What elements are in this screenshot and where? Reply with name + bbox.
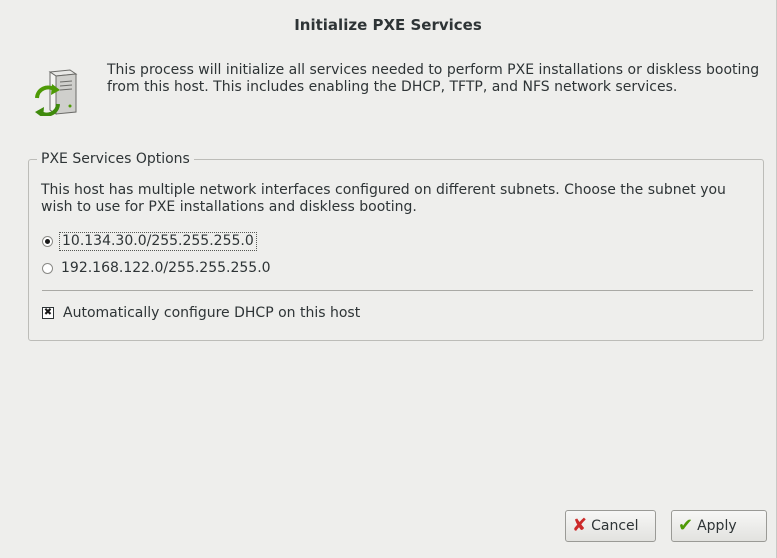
separator <box>42 290 753 291</box>
cancel-button-label: Cancel <box>591 518 639 534</box>
initialize-pxe-dialog: Initialize PXE Services This process wil… <box>0 0 777 558</box>
auto-configure-dhcp-checkbox[interactable]: ✖ Automatically configure DHCP on this h… <box>42 303 362 323</box>
subnet-radio-label: 10.134.30.0/255.255.255.0 <box>59 231 257 251</box>
subnet-description: This host has multiple network interface… <box>41 182 726 215</box>
subnet-radio-label: 192.168.122.0/255.255.255.0 <box>61 259 271 276</box>
radio-button-unselected[interactable] <box>42 262 53 274</box>
cancel-button[interactable]: ✘ Cancel <box>565 510 656 542</box>
intro-section: This process will initialize all service… <box>34 62 764 122</box>
subnet-radio-10-134-30-0[interactable]: 10.134.30.0/255.255.255.0 <box>42 231 257 251</box>
radio-button-selected[interactable] <box>42 235 53 247</box>
intro-description: This process will initialize all service… <box>107 62 760 95</box>
checkbox-label: Automatically configure DHCP on this hos… <box>63 304 361 321</box>
server-sync-icon <box>35 69 78 116</box>
dialog-title: Initialize PXE Services <box>294 16 482 34</box>
apply-button[interactable]: ✔ Apply <box>671 510 767 542</box>
frame-legend: PXE Services Options <box>37 150 194 168</box>
pxe-services-options-frame: PXE Services Options This host has multi… <box>28 150 764 341</box>
cancel-x-icon: ✘ <box>572 515 588 536</box>
subnet-radio-192-168-122-0[interactable]: 192.168.122.0/255.255.255.0 <box>42 258 273 278</box>
checkbox-checked-icon[interactable]: ✖ <box>42 307 54 319</box>
apply-button-label: Apply <box>697 518 737 534</box>
checkmark-icon: ✔ <box>678 515 694 536</box>
